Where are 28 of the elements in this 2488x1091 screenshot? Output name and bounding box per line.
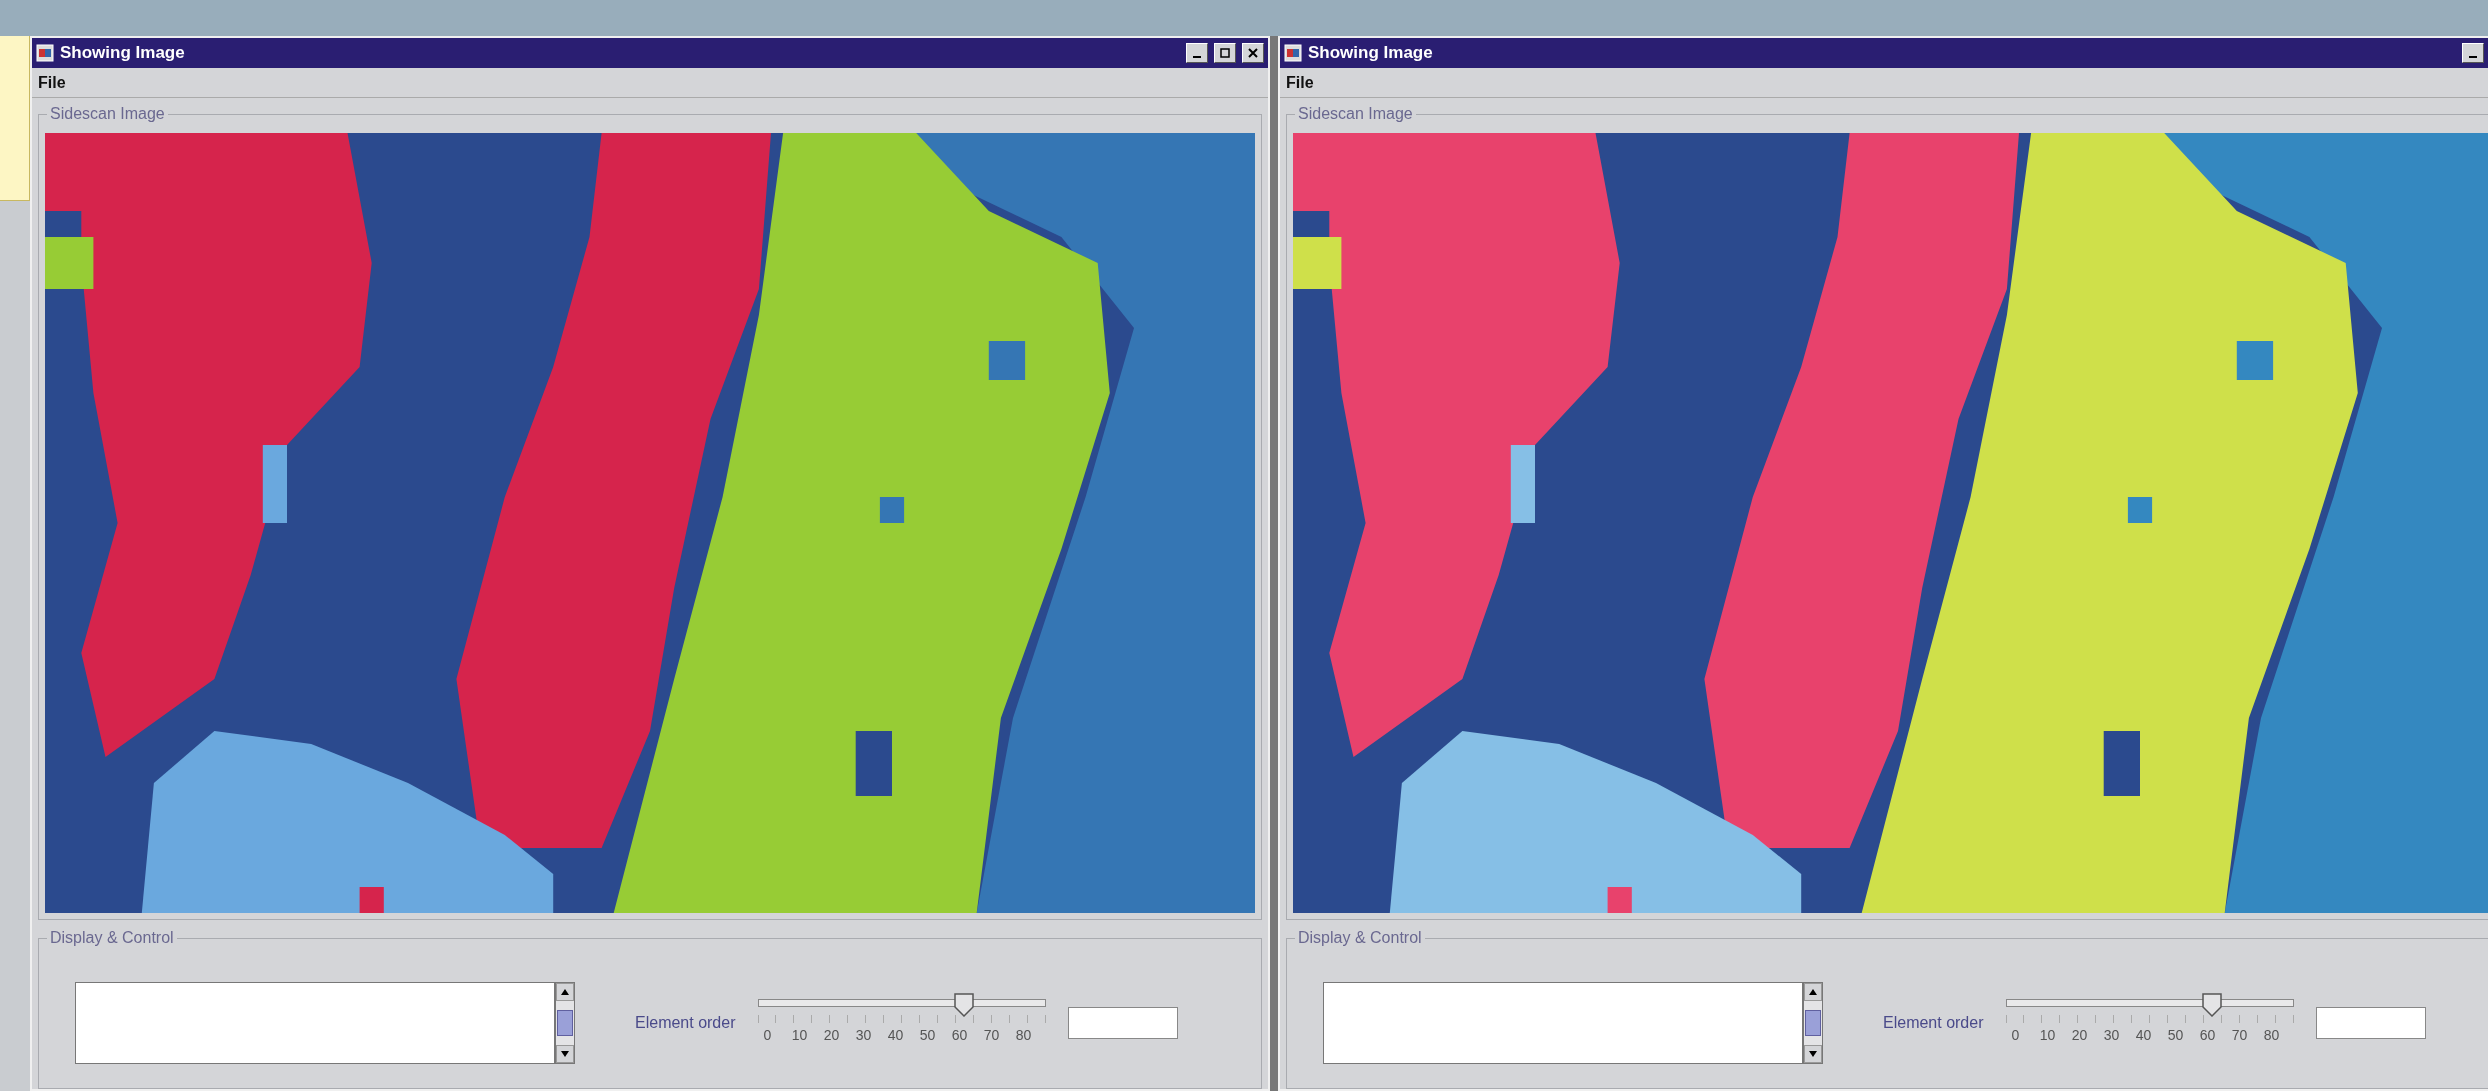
window-title: Showing Image	[60, 42, 186, 65]
tick-label: 40	[886, 1026, 905, 1045]
tick-label: 70	[982, 1026, 1001, 1045]
menu-item[interactable]: File	[1286, 70, 1314, 95]
tick-label: 60	[950, 1026, 969, 1045]
tick-label: 80	[2262, 1026, 2281, 1045]
menu-item[interactable]: File	[38, 70, 66, 95]
tick-label: 60	[2198, 1026, 2217, 1045]
tick-label: 30	[854, 1026, 873, 1045]
window-title: Showing Image	[1308, 42, 1434, 65]
group-title: Display & Control	[47, 928, 177, 948]
tick-label: 0	[2010, 1026, 2021, 1045]
group-title: Sidescan Image	[1295, 104, 1416, 124]
tick-label: 50	[918, 1026, 937, 1045]
tick-label: 10	[790, 1026, 809, 1045]
slider-label: Element order	[1883, 1012, 1984, 1033]
tick-label: 10	[2038, 1026, 2057, 1045]
tick-label: 30	[2102, 1026, 2121, 1045]
tick-label: 20	[2070, 1026, 2089, 1045]
tick-label: 80	[1014, 1026, 1033, 1045]
tick-label: 0	[762, 1026, 773, 1045]
tick-label: 50	[2166, 1026, 2185, 1045]
tick-label: 20	[822, 1026, 841, 1045]
group-title: Display & Control	[1295, 928, 1425, 948]
tick-label: 70	[2230, 1026, 2249, 1045]
slider-label: Element order	[635, 1012, 736, 1033]
group-title: Sidescan Image	[47, 104, 168, 124]
tick-label: 40	[2134, 1026, 2153, 1045]
